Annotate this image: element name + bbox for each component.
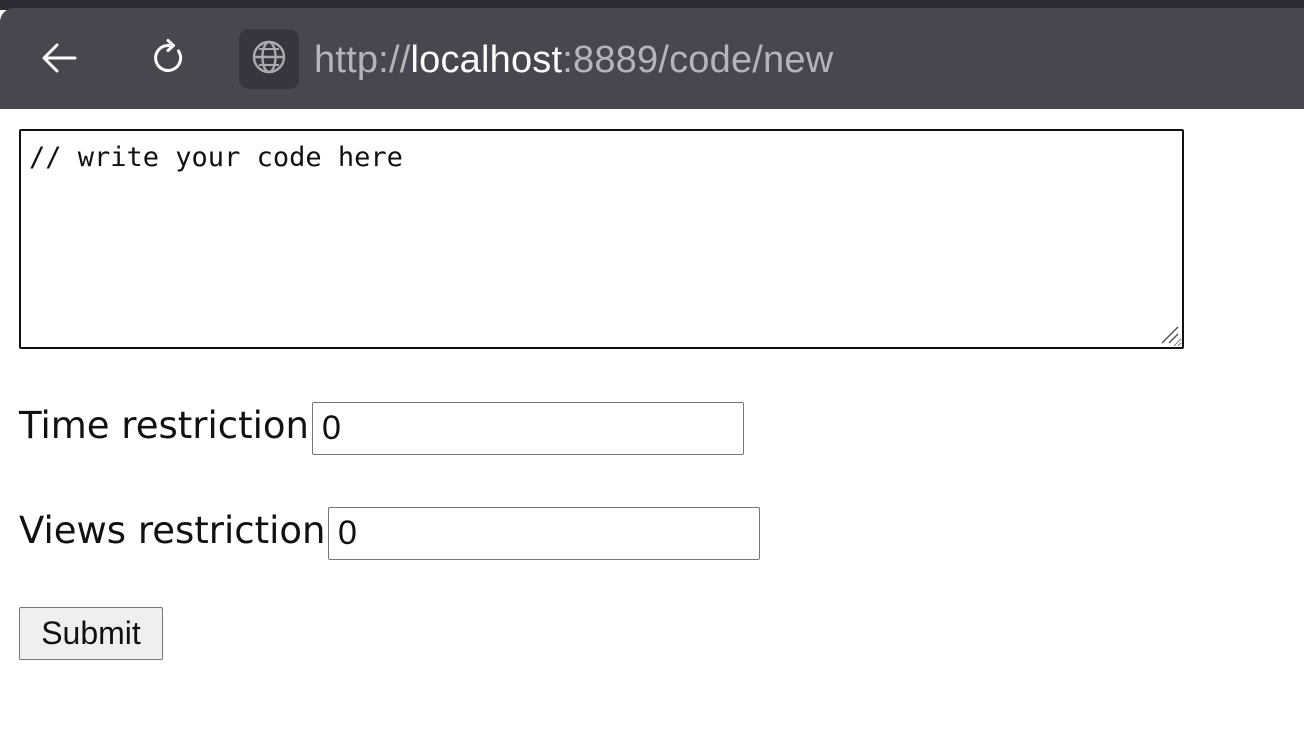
address-bar[interactable]: http://localhost:8889/code/new (314, 36, 833, 84)
code-editor[interactable]: // write your code here (19, 129, 1184, 349)
browser-toolbar: http://localhost:8889/code/new (0, 8, 1304, 109)
time-restriction-input[interactable] (312, 402, 744, 455)
views-restriction-input[interactable] (328, 507, 760, 560)
reload-icon (149, 38, 189, 82)
url-scheme: http:// (314, 39, 411, 81)
time-restriction-label: Time restriction: (19, 404, 322, 447)
url-path: :8889/code/new (562, 39, 834, 81)
reload-button[interactable] (141, 32, 197, 88)
arrow-left-icon (39, 38, 79, 82)
submit-button[interactable]: Submit (19, 607, 163, 660)
back-button[interactable] (31, 32, 87, 88)
globe-icon (250, 38, 288, 80)
site-info-button[interactable] (239, 29, 299, 89)
views-restriction-label: Views restriction: (19, 509, 338, 552)
url-host: localhost (410, 39, 563, 81)
